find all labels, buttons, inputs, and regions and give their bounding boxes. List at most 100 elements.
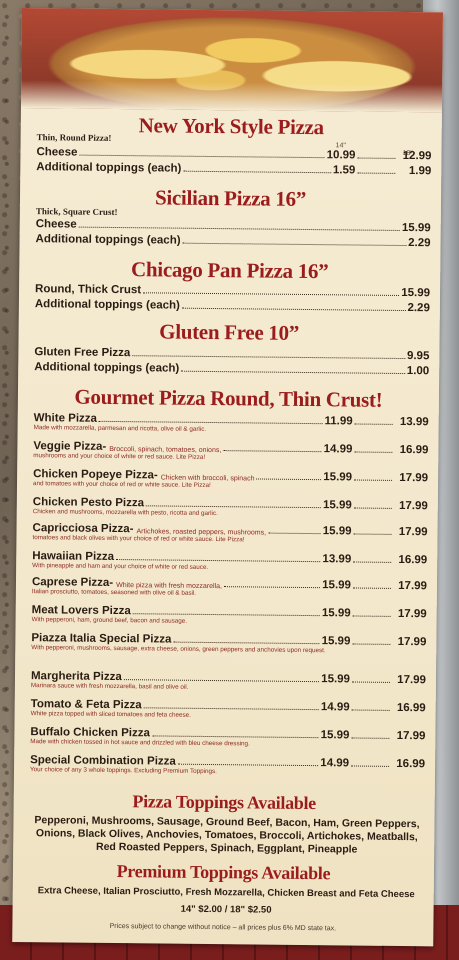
- dot-leader: [132, 613, 320, 617]
- dot-leader: [173, 641, 320, 645]
- dot-leader: [143, 292, 400, 296]
- item-price-14: 13.99: [322, 553, 352, 566]
- item-price-14: 15.99: [323, 471, 353, 484]
- dot-leader: [354, 479, 393, 481]
- premium-section-title: Premium Toppings Available: [116, 861, 331, 884]
- item-price-18: 12.99: [402, 149, 432, 163]
- dot-leader: [223, 450, 322, 453]
- ny-subtitle: Thin, Round Pizza!: [36, 132, 112, 143]
- dot-leader: [146, 505, 322, 509]
- item-name: Margherita Pizza: [30, 670, 122, 684]
- item-name: Hawaiian Pizza: [32, 550, 115, 563]
- item-name: Additional toppings (each): [35, 233, 181, 247]
- item-name: Gluten Free Pizza: [34, 346, 131, 360]
- item-name: Round, Thick Crust: [34, 283, 142, 297]
- item-price-14: 1.59: [332, 164, 356, 177]
- item-price-18: 17.99: [398, 579, 428, 593]
- item-price-14: 15.99: [322, 525, 352, 538]
- dot-leader: [353, 561, 392, 563]
- item-price-18: 17.99: [398, 525, 428, 539]
- dot-leader: [353, 533, 392, 535]
- item-price-14: 15.99: [322, 579, 352, 592]
- item-name: Additional toppings (each): [36, 161, 182, 175]
- dot-leader: [357, 172, 396, 174]
- item-price-18: 16.99: [396, 701, 426, 715]
- dot-leader: [352, 643, 391, 645]
- item-name: Veggie Pizza-: [33, 440, 107, 453]
- item-price-18: 17.99: [398, 499, 428, 513]
- item-name: Additional toppings (each): [34, 298, 180, 312]
- menu-row: Additional toppings (each) 1.00: [34, 359, 429, 377]
- dot-leader: [143, 707, 319, 711]
- gluten-section-title: Gluten Free 10”: [159, 319, 300, 345]
- item-price-14: 14.99: [320, 757, 350, 770]
- premium-line-1: Extra Cheese, Italian Prosciutto, Fresh …: [37, 885, 415, 901]
- dot-leader: [123, 679, 320, 683]
- menu-row: Additional toppings (each) 1.59 1.99: [36, 159, 431, 177]
- item-name: Meat Lovers Pizza: [31, 604, 131, 618]
- dot-leader: [352, 587, 391, 589]
- item-name: Caprese Pizza-: [31, 576, 114, 589]
- dot-leader: [256, 478, 322, 481]
- dot-leader: [181, 370, 405, 375]
- dot-leader: [177, 763, 319, 767]
- item-price-14: 15.99: [321, 635, 351, 648]
- item-price-14: 15.99: [320, 729, 350, 742]
- toppings-list: Pepperoni, Mushrooms, Sausage, Ground Be…: [29, 814, 424, 857]
- dot-leader: [78, 226, 400, 231]
- dot-leader: [357, 157, 396, 159]
- item-price-14: 15.99: [322, 499, 352, 512]
- dot-leader: [79, 154, 325, 159]
- dot-leader: [352, 615, 391, 617]
- dot-leader: [351, 681, 390, 683]
- item-price-14: 15.99: [321, 607, 351, 620]
- menu-row: Additional toppings (each) 2.29: [36, 231, 431, 249]
- dot-leader: [183, 170, 331, 174]
- dot-leader: [181, 307, 406, 312]
- item-price-18: 16.99: [398, 553, 428, 567]
- item-price-14: 10.99: [326, 149, 356, 162]
- item-price: 2.29: [407, 302, 430, 315]
- item-price-14: 11.99: [324, 415, 353, 428]
- gourmet-section-title: Gourmet Pizza Round, Thin Crust!: [74, 384, 383, 412]
- item-name: Additional toppings (each): [34, 361, 180, 375]
- item-price: 9.95: [406, 350, 430, 363]
- item-price-18: 17.99: [397, 673, 427, 687]
- item-price-18: 17.99: [396, 729, 426, 743]
- dot-leader: [351, 709, 390, 711]
- item-price: 15.99: [401, 286, 431, 300]
- dot-leader: [182, 242, 407, 247]
- premium-list: Extra Cheese, Italian Prosciutto, Fresh …: [29, 884, 424, 918]
- item-name: Capricciosa Pizza-: [32, 522, 134, 536]
- item-price-18: 17.99: [399, 471, 429, 485]
- dot-leader: [98, 420, 323, 425]
- item-name: White Pizza: [33, 412, 98, 425]
- item-price-18: 13.99: [399, 415, 429, 429]
- item-price-18: 1.99: [408, 165, 432, 178]
- item-price-18: 17.99: [397, 607, 427, 621]
- item-price: 1.00: [406, 365, 430, 378]
- item-price-18: 16.99: [396, 757, 426, 771]
- dot-leader: [151, 735, 319, 739]
- menu-row: Additional toppings (each) 2.29: [35, 296, 430, 314]
- item-name: Cheese: [35, 218, 77, 231]
- dot-leader: [353, 507, 392, 509]
- premium-prices: 14" $2.00 / 18" $2.50: [180, 903, 272, 916]
- pizza-menu-card: New York Style Pizza Thin, Round Pizza! …: [12, 8, 443, 947]
- dot-leader: [354, 423, 393, 425]
- item-price-18: 17.99: [397, 635, 427, 649]
- toppings-section-title: Pizza Toppings Available: [132, 791, 317, 814]
- dot-leader: [351, 765, 390, 767]
- dot-leader: [132, 355, 405, 360]
- item-price-18: 16.99: [399, 443, 429, 457]
- footnote: Prices subject to change without notice …: [109, 922, 337, 933]
- dot-leader: [351, 737, 390, 739]
- item-price-14: 15.99: [321, 673, 351, 686]
- item-price: 15.99: [401, 221, 431, 235]
- item-price-14: 14.99: [320, 701, 350, 714]
- dot-leader: [354, 451, 393, 453]
- item-price-14: 14.99: [323, 443, 353, 456]
- pizza-photo: [20, 8, 443, 113]
- dot-leader: [116, 559, 321, 563]
- item-name: Cheese: [36, 146, 78, 159]
